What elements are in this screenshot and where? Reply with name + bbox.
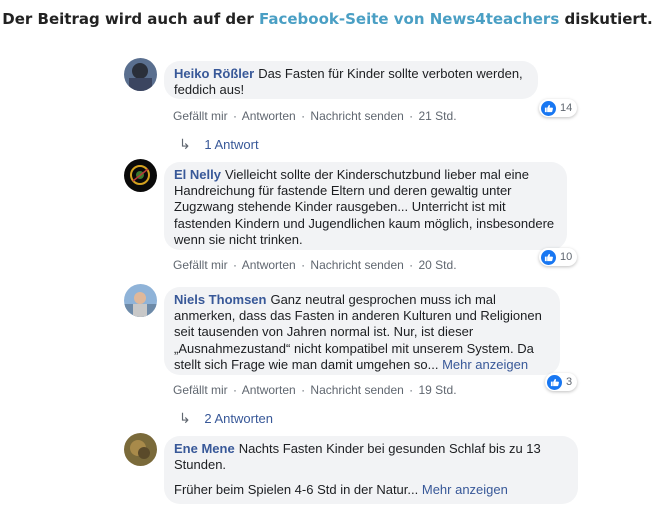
comment-el-nelly: El Nelly Vielleicht sollte der Kinderschu… [124,159,594,279]
discussion-header: Der Beitrag wird auch auf der Facebook-S… [0,10,655,28]
reply-link[interactable]: Antworten [242,383,296,397]
header-suffix: diskutiert. [564,10,653,28]
replies-label[interactable]: 1 Antwort [204,137,258,152]
separator: · [301,258,306,272]
comment-heiko: Heiko Rößler Das Fasten für Kinder sollte… [124,58,594,158]
replies-label[interactable]: 2 Antworten [204,411,273,426]
reply-link[interactable]: Antworten [242,258,296,272]
show-more-link[interactable]: Mehr anzeigen [422,482,508,497]
avatar[interactable] [124,284,157,317]
reply-link[interactable]: Antworten [242,109,296,123]
comment-bubble: El Nelly Vielleicht sollte der Kinderschu… [164,162,567,250]
separator: · [233,258,238,272]
separator: · [233,109,238,123]
comment-text: Vielleicht sollte der Kinderschutzbund l… [174,167,555,247]
reaction-number: 14 [560,102,573,114]
like-icon [541,249,556,265]
avatar[interactable] [124,433,157,466]
comment-bubble: Heiko Rößler Das Fasten für Kinder sollte… [164,61,538,99]
comment-bubble: Ene Mene Nachts Fasten Kinder bei gesunde… [164,436,578,504]
send-message-link[interactable]: Nachricht senden [310,383,403,397]
show-more-link[interactable]: Mehr anzeigen [442,357,528,372]
like-icon [547,374,562,390]
comment-text-continued: Früher beim Spielen 4-6 Std in der Natur… [174,482,419,498]
avatar[interactable] [124,58,157,91]
timestamp[interactable]: 21 Std. [419,109,457,123]
separator: · [301,109,306,123]
timestamp[interactable]: 20 Std. [419,258,457,272]
reply-arrow-icon: ↳ [179,410,191,426]
separator: · [409,109,414,123]
separator: · [409,383,414,397]
timestamp[interactable]: 19 Std. [419,383,457,397]
separator: · [233,383,238,397]
like-link[interactable]: Gefällt mir [173,258,228,272]
reaction-count[interactable]: 14 [539,99,578,117]
comment-actions: Gefällt mir · Antworten · Nachricht send… [173,258,457,272]
comment-ene-mene: Ene Mene Nachts Fasten Kinder bei gesunde… [124,433,594,506]
comment-author[interactable]: Niels Thomsen [174,292,266,307]
view-replies[interactable]: ↳ 1 Antwort [179,136,259,153]
like-icon [541,100,556,116]
reply-arrow-icon: ↳ [179,136,191,152]
comment-author[interactable]: Heiko Rößler [174,66,254,81]
separator: · [301,383,306,397]
reaction-count[interactable]: 3 [545,373,578,391]
reaction-count[interactable]: 10 [539,248,578,266]
like-link[interactable]: Gefällt mir [173,109,228,123]
header-prefix: Der Beitrag wird auch auf der [2,10,254,28]
comment-author[interactable]: El Nelly [174,167,221,182]
comment-niels: Niels Thomsen Ganz neutral gesprochen mus… [124,284,594,427]
facebook-page-link[interactable]: Facebook-Seite von News4teachers [259,10,559,28]
comment-author[interactable]: Ene Mene [174,441,235,456]
like-link[interactable]: Gefällt mir [173,383,228,397]
reaction-number: 3 [566,376,573,388]
send-message-link[interactable]: Nachricht senden [310,258,403,272]
comment-bubble: Niels Thomsen Ganz neutral gesprochen mus… [164,287,560,375]
comment-actions: Gefällt mir · Antworten · Nachricht send… [173,383,457,397]
separator: · [409,258,414,272]
send-message-link[interactable]: Nachricht senden [310,109,403,123]
reaction-number: 10 [560,251,573,263]
view-replies[interactable]: ↳ 2 Antworten [179,410,273,427]
avatar[interactable] [124,159,157,192]
comment-actions: Gefällt mir · Antworten · Nachricht send… [173,109,457,123]
